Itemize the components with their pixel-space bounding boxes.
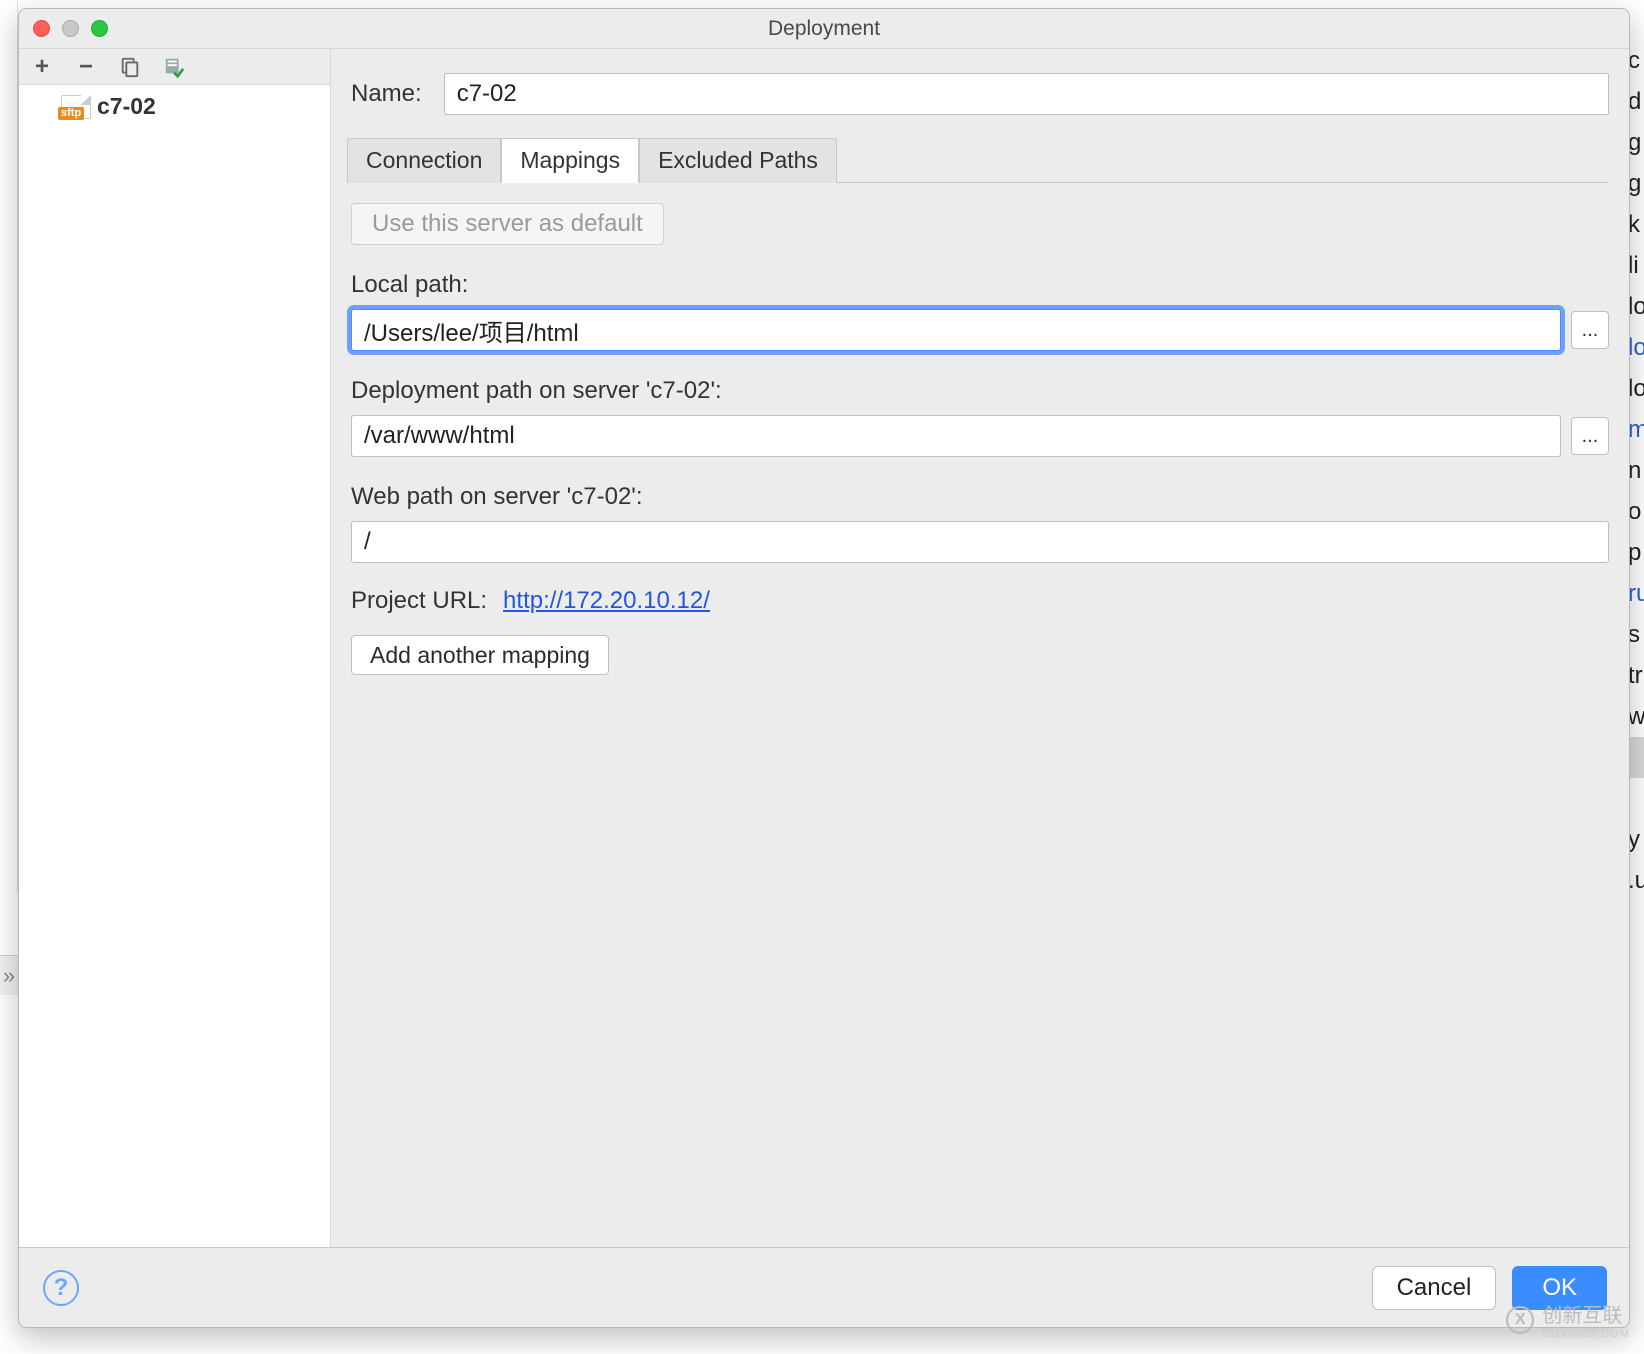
tab-mappings[interactable]: Mappings	[501, 138, 639, 183]
watermark-logo-icon: X	[1506, 1306, 1534, 1334]
add-another-mapping-button[interactable]: Add another mapping	[351, 635, 609, 675]
server-item-name: c7-02	[97, 93, 156, 120]
tab-connection[interactable]: Connection	[347, 138, 501, 183]
server-list[interactable]: sftp c7-02	[19, 85, 330, 1247]
help-button[interactable]: ?	[43, 1270, 79, 1306]
server-list-pane: + − sftp c7-02	[19, 49, 331, 1247]
sftp-icon: sftp	[61, 95, 91, 119]
dialog-title: Deployment	[19, 17, 1629, 41]
window-close-button[interactable]	[33, 20, 50, 37]
dialog-titlebar[interactable]: Deployment	[19, 9, 1629, 49]
dialog-footer: ? Cancel OK	[19, 1247, 1629, 1327]
deployment-path-input[interactable]	[351, 415, 1561, 457]
watermark-brand: 创新互联	[1542, 1305, 1622, 1327]
local-path-input[interactable]	[351, 309, 1561, 351]
window-minimize-button[interactable]	[62, 20, 79, 37]
browse-local-path-button[interactable]: ...	[1571, 311, 1609, 349]
project-url-link[interactable]: http://172.20.10.12/	[503, 587, 710, 615]
name-label: Name:	[351, 80, 422, 108]
window-controls	[19, 20, 108, 37]
use-as-default-button[interactable]: Use this server as default	[351, 203, 664, 245]
web-path-input[interactable]	[351, 521, 1609, 563]
server-list-item[interactable]: sftp c7-02	[19, 89, 330, 124]
deployment-dialog: Deployment + −	[18, 8, 1630, 1328]
browse-deployment-path-button[interactable]: ...	[1571, 417, 1609, 455]
server-list-toolbar: + −	[19, 49, 330, 85]
window-zoom-button[interactable]	[91, 20, 108, 37]
add-server-button[interactable]: +	[29, 54, 55, 80]
deployment-path-label: Deployment path on server 'c7-02':	[351, 377, 1609, 405]
server-settings-pane: Name: Connection Mappings Excluded Paths…	[331, 49, 1629, 1247]
server-name-input[interactable]	[444, 73, 1609, 115]
mappings-tab-content: Use this server as default Local path: .…	[331, 183, 1629, 675]
project-url-label: Project URL:	[351, 587, 487, 615]
copy-server-button[interactable]	[117, 54, 143, 80]
background-tool-window-btn[interactable]: »	[0, 955, 18, 995]
local-path-label: Local path:	[351, 271, 1609, 299]
watermark-sub: CDXWCX.COM	[1542, 1328, 1630, 1340]
watermark: X 创新互联 CDXWCX.COM	[1506, 1299, 1630, 1340]
background-left-strip	[0, 0, 18, 893]
set-default-server-button[interactable]	[161, 54, 187, 80]
tab-excluded-paths[interactable]: Excluded Paths	[639, 138, 837, 183]
settings-tabs: Connection Mappings Excluded Paths	[347, 137, 1609, 183]
remove-server-button[interactable]: −	[73, 54, 99, 80]
web-path-label: Web path on server 'c7-02':	[351, 483, 1609, 511]
cancel-button[interactable]: Cancel	[1372, 1266, 1497, 1310]
